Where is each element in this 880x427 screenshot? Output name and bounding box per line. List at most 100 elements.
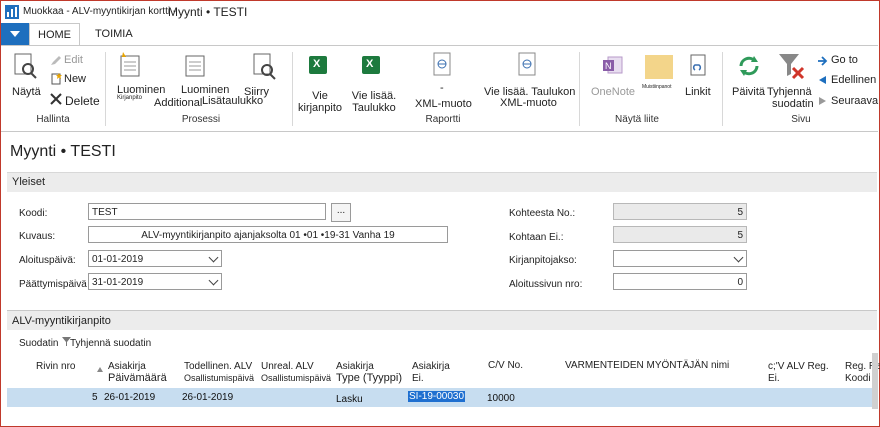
app-menu-button[interactable] [1,23,29,45]
xml-muoto-button-2[interactable]: XML-muoto [500,97,557,109]
nayta-button[interactable]: Näytä [12,86,41,98]
links-icon [690,54,706,76]
col-unreal-2[interactable]: Osallistumispäivä [261,373,331,384]
ribbon-separator [292,52,293,126]
siirry-button[interactable]: Siirry [244,86,269,98]
notes-icon [645,55,673,79]
edellinen-button[interactable]: Edellinen [831,74,876,86]
suodatin-label: suodatin [772,98,814,110]
ribbon-separator [579,52,580,126]
muistiinpanot-button[interactable]: Muistiinpanot [642,84,671,90]
window-title-main: Myynti • TESTI [168,5,248,19]
chevron-down-icon[interactable] [208,252,219,263]
col-rivin-nro[interactable]: Rivin nro [36,361,75,372]
koodi-field[interactable]: TEST [88,203,326,220]
kirjanpitojakso-field[interactable] [613,250,747,267]
suodatin-button[interactable]: Suodatin [19,338,58,349]
tab-home[interactable]: HOME [29,23,80,47]
aloitussivun-field[interactable]: 0 [613,273,747,290]
page-title: Myynti • TESTI [10,143,116,160]
chevron-down-icon[interactable] [733,252,744,263]
svg-text:N: N [605,61,612,71]
clear-filter-icon [779,54,805,80]
excel-icon [309,56,327,74]
col-asiakirja-type-1[interactable]: Asiakirja [336,361,374,372]
col-unreal-1[interactable]: Unreal. ALV [261,361,314,372]
paattymispaiva-field[interactable]: 31-01-2019 [88,273,222,290]
goto-icon [818,56,828,66]
group-raportti: Raportti [425,114,461,125]
tyhjenna-suodatin-button[interactable]: Tyhjennä suodatin [70,338,151,349]
kohteesta-label: Kohteesta No.: [509,208,576,219]
paattymispaiva-value: 31-01-2019 [92,277,144,288]
col-asiakirja-paivamaara-2[interactable]: Päivämäärä [108,373,167,384]
cell-asiakirja-ei[interactable]: SI-19-00030 [408,391,466,402]
cell-cv-no: 10000 [487,393,515,404]
vie-lisaa-taulukko-button[interactable]: Vie lisää. Taulukko [347,90,401,114]
paattymispaiva-label: Päättymispäivä [19,279,87,290]
create-icon [120,52,140,77]
cell-todellinen: 26-01-2019 [182,392,234,403]
xml-muoto-button[interactable]: XML-muoto [415,98,472,110]
col-todellinen-1[interactable]: Todellinen. ALV [184,361,252,372]
lookup-button[interactable]: ... [331,203,351,222]
chevron-down-icon[interactable] [208,275,219,286]
col-asiakirja-ei-2[interactable]: Ei. [412,373,424,384]
col-cv-alv-2[interactable]: Ei. [768,373,780,384]
col-varmenteiden[interactable]: VARMENTEIDEN MYÖNTÄJÄN nimi [565,360,729,371]
additional-label: Additional [154,97,203,109]
col-todellinen-2[interactable]: Osallistumispäivä [184,373,254,384]
cell-type: Lasku [336,394,363,405]
linkit-button[interactable]: Linkit [685,86,711,98]
aloituspaiva-field[interactable]: 01-01-2019 [88,250,222,267]
delete-icon [50,93,62,105]
group-nayta-liite: Näytä liite [615,114,659,125]
edit-button[interactable]: Edit [64,54,83,66]
ribbon-separator [722,52,723,126]
refresh-icon [739,56,759,76]
excel-icon-2 [362,56,380,74]
previous-icon [819,76,826,84]
col-cv-alv-1[interactable]: c;'V ALV Reg. [768,361,829,372]
cell-rivin-nro: 5 [92,392,98,403]
go-icon [253,53,276,80]
col-cv-no[interactable]: C/V No. [488,360,523,371]
tab-toimia[interactable]: TOIMIA [87,23,141,45]
view-icon [14,53,37,79]
kohtaan-field: 5 [613,226,747,243]
col-asiakirja-type-2[interactable]: Type (Tyyppi) [336,373,402,384]
vertical-scrollbar[interactable] [872,353,878,409]
aloituspaiva-label: Aloituspäivä: [19,255,76,266]
ribbon-separator [105,52,106,126]
col-reg-2[interactable]: Koodi [845,373,871,384]
onenote-button[interactable]: OneNote [591,86,635,98]
kuvaus-label: Kuvaus: [19,231,56,242]
xml-dash-label: - [440,82,444,94]
xml-doc-icon-2 [518,52,536,76]
section-yleiset-label: Yleiset [12,176,46,188]
kohteesta-field: 5 [613,203,747,220]
section-alv-label: ALV-myyntikirjanpito [12,315,111,327]
new-button[interactable]: New [64,73,86,85]
group-hallinta: Hallinta [36,114,70,125]
group-prosessi: Prosessi [181,114,221,125]
next-icon [819,97,826,105]
section-yleiset[interactable]: Yleiset [7,172,877,192]
kuvaus-field[interactable]: ALV-myyntikirjanpito ajanjaksolta 01 •01… [88,226,448,243]
col-asiakirja-ei-1[interactable]: Asiakirja [412,361,450,372]
tyhjenna-button[interactable]: Tyhjennä [767,86,812,98]
goto-button[interactable]: Go to [831,54,858,66]
xml-doc-icon [433,52,451,76]
selected-document-no[interactable]: SI-19-00030 [408,391,466,402]
sort-up-icon [97,367,103,372]
create-icon-2 [185,55,205,77]
group-sivu: Sivu [791,114,811,125]
seuraava-button[interactable]: Seuraava [831,95,878,107]
paivita-button[interactable]: Päivitä [732,86,765,98]
section-alv-myyntikirjanpito[interactable]: ALV-myyntikirjanpito [7,310,877,330]
col-asiakirja-paivamaara-1[interactable]: Asiakirja [108,361,146,372]
cell-asiakirja-paivamaara: 26-01-2019 [104,392,156,403]
onenote-icon: N [603,56,623,74]
vie-kirjanpito-button[interactable]: Vie kirjanpito [298,90,342,114]
delete-button[interactable]: Delete [65,94,100,108]
